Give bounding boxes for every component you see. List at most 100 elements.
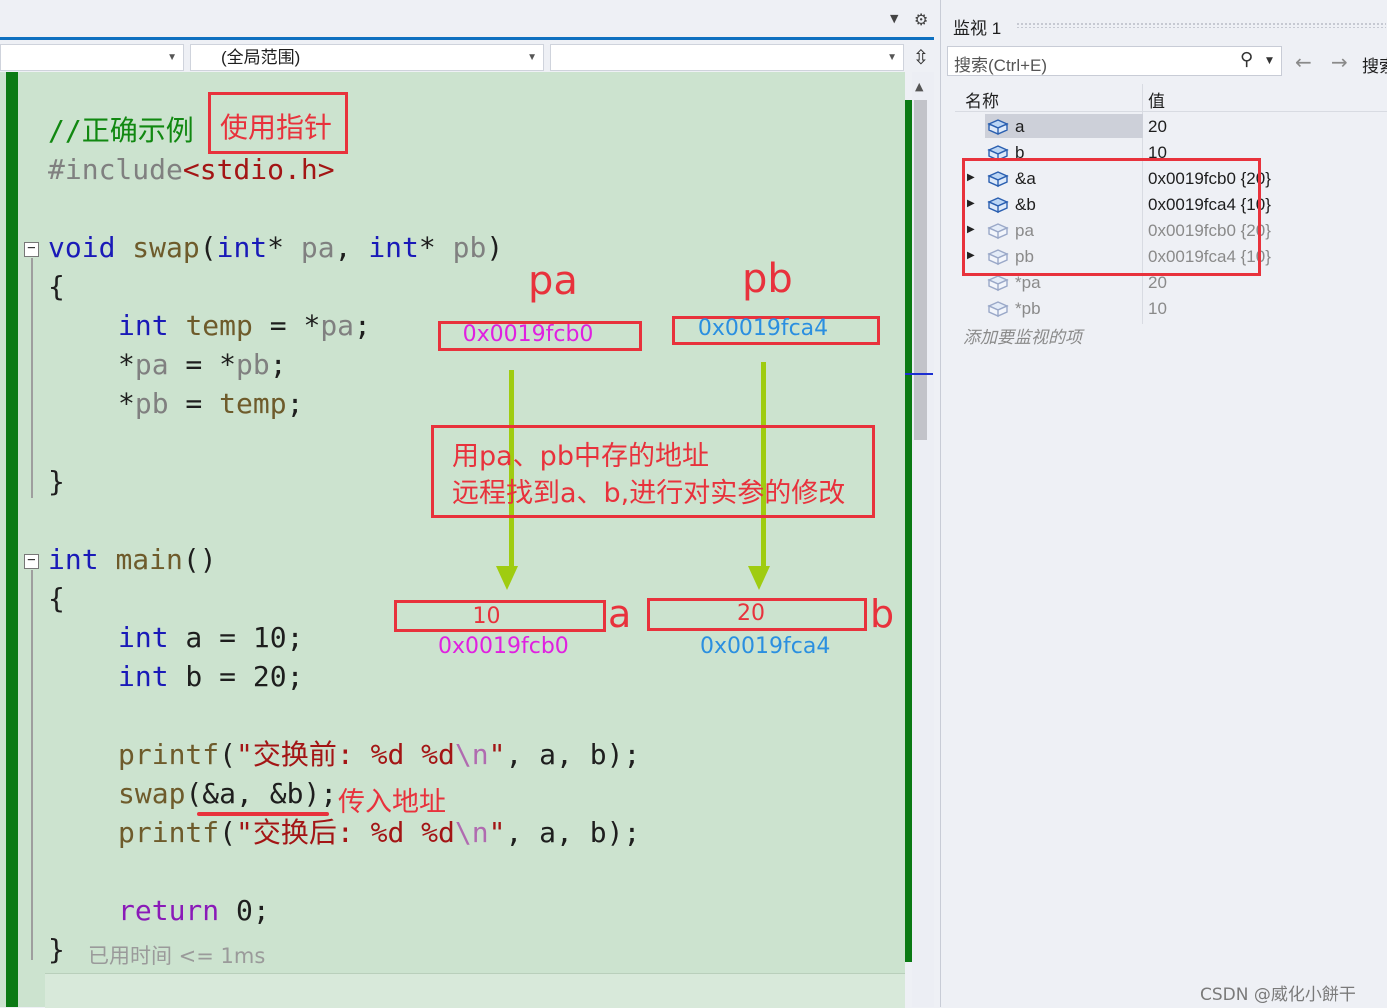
add-watch-placeholder[interactable]: 添加要监视的项	[963, 323, 1082, 348]
editor-bottom-line	[45, 973, 905, 1008]
code-return-line: return 0;	[118, 894, 270, 928]
string-literal: "交换前: %d %d	[236, 738, 455, 771]
watch-row-name: *pa	[1015, 273, 1041, 292]
string-literal: "交换后: %d %d	[236, 816, 455, 849]
fold-main-icon[interactable]: −	[24, 553, 39, 569]
string-quote: "	[488, 738, 506, 771]
editor-title-strip	[0, 0, 940, 40]
comma: ,	[334, 231, 352, 264]
forward-arrow-icon[interactable]: →	[1331, 50, 1348, 74]
member-dropdown[interactable]: ▼	[550, 44, 904, 71]
column-value-header[interactable]: 值	[1148, 87, 1165, 112]
tab-list-dropdown-icon[interactable]: ▼	[890, 12, 898, 25]
kw-void: void	[48, 231, 116, 264]
code-swapcall-line: swap(&a, &b);	[118, 777, 337, 811]
escape-seq: \n	[454, 816, 489, 849]
scrollbar-thumb[interactable]	[914, 100, 927, 440]
scope-dropdown[interactable]: (全局范围) ▼	[190, 44, 544, 71]
explanation-line-2: 远程找到a、b,进行对实参的修改	[452, 478, 846, 509]
a-address: 0x0019fcb0	[438, 634, 569, 659]
paren: (	[219, 816, 237, 849]
star: *	[118, 348, 135, 381]
kw-int: int	[118, 660, 169, 693]
pa-annotation: pa	[528, 258, 578, 304]
code-pa-line: *pa = *pb;	[118, 348, 287, 382]
kw-int: int	[48, 543, 99, 576]
search-depth-label[interactable]: 搜索	[1362, 52, 1387, 77]
gear-icon[interactable]: ⚙	[914, 10, 928, 29]
code-include-line: #include<stdio.h>	[48, 153, 335, 187]
pa-arrow-head-icon	[496, 566, 518, 590]
watch-row[interactable]: a 20	[955, 115, 1387, 141]
variable-cube-icon	[987, 301, 1009, 318]
watch-header-row	[955, 84, 1387, 112]
operator: = *	[168, 348, 237, 381]
code-brace-close: }	[48, 465, 65, 498]
kw-return: return	[118, 894, 220, 927]
fn-printf: printf	[118, 738, 220, 771]
perf-tip-elapsed[interactable]: 已用时间 <= 1ms	[88, 940, 265, 970]
a-decl: a = 10;	[168, 621, 304, 654]
split-editor-icon[interactable]: ⇳	[909, 44, 933, 71]
variable-cube-icon	[987, 275, 1009, 292]
code-comment: //正确示例	[48, 114, 194, 147]
use-pointer-label: 使用指针	[220, 111, 333, 144]
param-pb: pb	[236, 348, 270, 381]
column-name-header[interactable]: 名称	[965, 87, 999, 112]
watch-search-placeholder: 搜索(Ctrl+E)	[954, 56, 1048, 75]
watch-row[interactable]: *pb 10	[955, 297, 1387, 323]
param-pa: pa	[320, 309, 355, 342]
pointer-rows-highlight-box	[962, 158, 1261, 276]
star: *	[267, 231, 285, 264]
back-arrow-icon[interactable]: ←	[1295, 50, 1312, 74]
code-printf2-line: printf("交换后: %d %d\n", a, b);	[118, 816, 640, 850]
b-annotation: b	[870, 592, 895, 636]
string-quote: "	[488, 816, 506, 849]
watch-panel: 监视 1 搜索(Ctrl+E) ⚲ ▼ ← → 搜索 名称 值 a20b10▶&…	[940, 0, 1387, 1007]
code-brace-close: }	[48, 933, 65, 966]
watch-row-name: a	[1015, 117, 1025, 136]
a-annotation: a	[608, 592, 632, 636]
code-brace-open: {	[48, 582, 65, 615]
watch-title[interactable]: 监视 1	[953, 14, 1001, 39]
change-tracking-bar	[6, 72, 18, 1007]
code-b-line: int b = 20;	[118, 660, 303, 694]
search-icon[interactable]: ⚲	[1240, 49, 1253, 70]
operator: = *	[252, 309, 321, 342]
pb-address: 0x0019fca4	[697, 316, 829, 341]
fn-main: main	[115, 543, 183, 576]
operator: =	[168, 387, 220, 420]
b-address: 0x0019fca4	[700, 634, 831, 659]
watch-title-grip[interactable]	[1016, 22, 1386, 28]
paren: (	[199, 231, 217, 264]
code-editor[interactable]	[0, 72, 905, 1007]
printf-args: , a, b);	[505, 738, 641, 771]
pass-address-label: 传入地址	[338, 787, 446, 818]
active-tab-underline	[0, 37, 934, 40]
watch-row-value[interactable]: 10	[1148, 299, 1167, 319]
chevron-down-icon[interactable]: ▼	[1266, 56, 1273, 66]
scope-dropdown-value: (全局范围)	[221, 48, 301, 67]
chevron-down-icon: ▼	[527, 52, 537, 63]
code-a-line: int a = 10;	[118, 621, 303, 655]
param-pa: pa	[134, 348, 169, 381]
semicolon: ;	[354, 309, 371, 342]
code-main-signature: int main()	[48, 543, 217, 577]
star: *	[118, 387, 135, 420]
include-directive: #include	[48, 153, 183, 186]
watch-search-input[interactable]: 搜索(Ctrl+E) ⚲ ▼	[947, 46, 1282, 76]
scroll-up-icon[interactable]: ▲	[915, 80, 923, 93]
code-brace-open: {	[48, 270, 65, 303]
b-decl: b = 20;	[168, 660, 304, 693]
fold-swap-icon[interactable]: −	[24, 241, 39, 257]
printf-args: , a, b);	[505, 816, 641, 849]
var-temp: temp	[185, 309, 253, 342]
param-pb: pb	[452, 231, 487, 264]
watch-row-value[interactable]: 20	[1148, 273, 1167, 293]
watch-row-value[interactable]: 20	[1148, 117, 1167, 137]
explanation-line-1: 用pa、pb中存的地址	[452, 441, 709, 472]
code-swap-signature: void swap(int* pa, int* pb)	[48, 231, 503, 265]
watch-row-name: *pb	[1015, 299, 1041, 318]
project-dropdown[interactable]: ▼	[0, 44, 184, 71]
star: *	[418, 231, 436, 264]
